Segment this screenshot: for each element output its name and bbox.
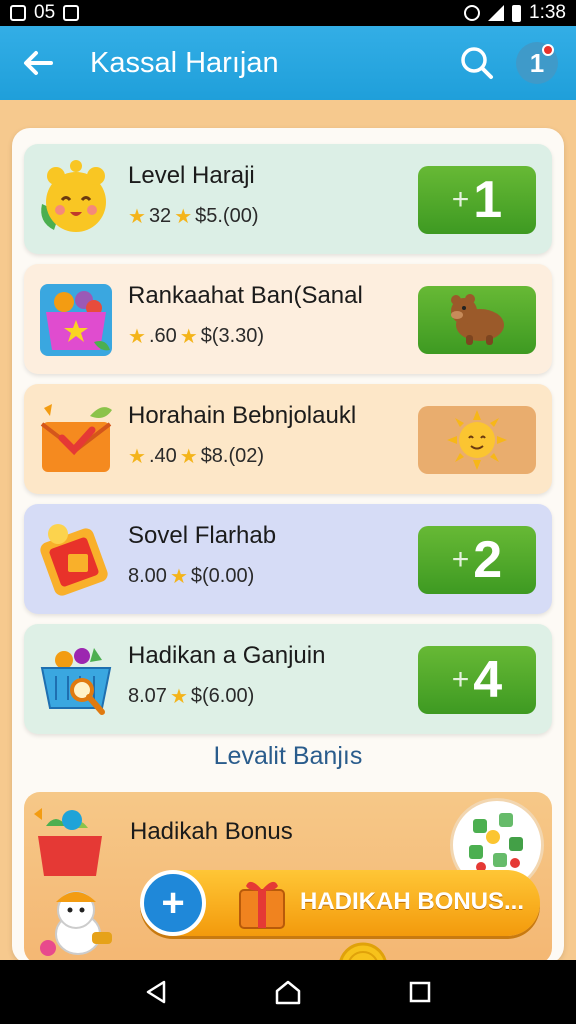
- settings-status-icon: [464, 5, 481, 21]
- item-meta: ★ 32 ★ $5.(00): [128, 204, 259, 229]
- dog-mascot-icon: [40, 891, 112, 956]
- item-meta-a: 8.00: [128, 565, 167, 587]
- star-icon: ★: [128, 446, 146, 468]
- search-icon: [461, 47, 493, 79]
- item-title: Sovel Flarhab: [128, 522, 277, 549]
- app-bar: Kassal Harıjan 1: [0, 26, 576, 100]
- page-title: Kassal Harıjan: [90, 46, 279, 79]
- item-meta-a: 8.07: [128, 685, 167, 707]
- list-item[interactable]: Rankaahat Ban(Sanal ★ .60 ★ $(3.30): [24, 264, 552, 374]
- bear-face-icon: [41, 160, 106, 232]
- plus-icon: +: [451, 543, 470, 576]
- bonus-button-label: HADIKAH BONUS...: [300, 888, 525, 915]
- image-notification-icon: [63, 5, 80, 21]
- add-count: 4: [473, 651, 503, 709]
- nav-home-button[interactable]: [268, 972, 308, 1012]
- add-button[interactable]: + 4: [418, 646, 536, 714]
- search-button[interactable]: [456, 42, 498, 84]
- star-icon: ★: [174, 206, 193, 228]
- item-meta: ★ .60 ★ $(3.30): [128, 324, 264, 349]
- triangle-back-icon: [146, 980, 166, 1004]
- list-item[interactable]: Horahain Bebnjolaukl ★ .40 ★ $8.(02): [24, 384, 552, 494]
- star-icon: ★: [169, 566, 188, 588]
- list-item[interactable]: Level Haraji ★ 32 ★ $5.(00) + 1: [24, 144, 552, 254]
- envelope-heart-icon: [40, 404, 112, 472]
- bear-icon: [451, 294, 504, 345]
- square-recents-icon: [409, 981, 431, 1003]
- item-meta-a: .60: [148, 325, 177, 347]
- gift-basket-icon: [40, 284, 112, 356]
- home-icon: [275, 980, 301, 1005]
- status-time: 1:38: [529, 2, 566, 23]
- item-title: Hadikan a Ganjuin: [128, 642, 326, 669]
- add-button[interactable]: + 2: [418, 526, 536, 594]
- bonus-card: Hadikah Bonus + HADIKAH BONUS...: [24, 792, 552, 964]
- add-button[interactable]: + 1: [418, 166, 536, 234]
- status-left-text: 05: [34, 2, 56, 23]
- item-meta-b: $5.(00): [195, 205, 259, 227]
- star-icon: ★: [179, 326, 198, 348]
- bonus-button[interactable]: + HADIKAH BONUS...: [140, 870, 540, 936]
- add-count: 1: [473, 171, 503, 229]
- item-meta-b: $(3.30): [200, 325, 265, 347]
- plus-icon: +: [451, 663, 470, 696]
- gift-tag-icon: [40, 524, 108, 596]
- status-bar: 05 1:38: [0, 0, 576, 26]
- back-button[interactable]: [18, 43, 58, 83]
- battery-icon: [512, 4, 522, 22]
- nav-back-button[interactable]: [136, 972, 176, 1012]
- star-icon: ★: [128, 206, 146, 228]
- notifications-button[interactable]: 1: [516, 42, 558, 84]
- item-title: Level Haraji: [128, 162, 255, 189]
- item-meta: 8.07 ★ $(6.00): [128, 684, 254, 709]
- plus-icon: +: [451, 183, 470, 216]
- arrow-left-icon: [24, 51, 53, 75]
- bear-action-button[interactable]: [418, 286, 536, 354]
- item-title: Rankaahat Ban(Sanal: [128, 282, 363, 309]
- item-meta-b: $(0.00): [190, 565, 255, 587]
- item-meta: 8.00 ★ $(0.00): [128, 564, 254, 589]
- add-count: 2: [473, 531, 503, 589]
- bonus-title: Hadikah Bonus: [130, 818, 293, 845]
- item-meta-a: .40: [148, 445, 177, 467]
- star-icon: ★: [128, 326, 146, 348]
- item-meta-b: $(6.00): [190, 685, 255, 707]
- star-icon: ★: [179, 446, 198, 468]
- sun-icon: [447, 410, 507, 470]
- item-meta: ★ .40 ★ $8.(02): [128, 444, 264, 469]
- plus-icon: +: [140, 870, 206, 936]
- item-meta-a: 32: [148, 205, 172, 227]
- shopping-basket-icon: [40, 648, 112, 715]
- item-title: Horahain Bebnjolaukl: [128, 402, 357, 429]
- gift-box-icon: [239, 881, 285, 929]
- nav-recents-button[interactable]: [400, 972, 440, 1012]
- notification-dot: [542, 44, 554, 56]
- gift-bag-icon: [34, 808, 102, 876]
- system-nav-bar: [0, 960, 576, 1024]
- list-item[interactable]: Sovel Flarhab 8.00 ★ $(0.00) + 2: [24, 504, 552, 614]
- item-meta-b: $8.(02): [200, 445, 265, 467]
- sim-icon: [10, 5, 26, 21]
- signal-icon: [488, 5, 505, 21]
- star-icon: ★: [169, 686, 188, 708]
- sun-action-button[interactable]: [418, 406, 536, 474]
- content-panel: Level Haraji ★ 32 ★ $5.(00) + 1 Rankaaha…: [12, 128, 564, 964]
- section-title: Levalit Banjıs: [213, 742, 363, 770]
- list-item[interactable]: Hadikan a Ganjuin 8.07 ★ $(6.00) + 4: [24, 624, 552, 734]
